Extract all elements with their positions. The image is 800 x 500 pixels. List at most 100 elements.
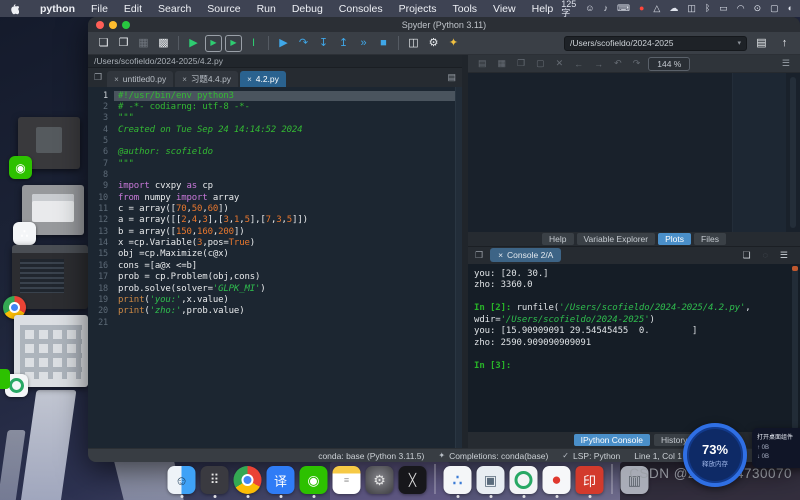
split-editor-icon[interactable]: ▤ xyxy=(444,72,459,83)
chevron-down-icon[interactable]: ▾ xyxy=(737,39,741,47)
save-plot-button[interactable]: ▤ xyxy=(478,58,487,69)
bluetooth-icon[interactable]: ᛒ xyxy=(705,4,710,13)
parent-directory-button[interactable]: ↑ xyxy=(776,35,793,52)
menu-item-projects[interactable]: Projects xyxy=(391,3,445,15)
close-icon[interactable]: × xyxy=(247,75,252,84)
next-plot-button[interactable]: → xyxy=(594,59,603,69)
finder-dock-icon[interactable]: ☺ xyxy=(168,466,196,498)
menu-item-debug[interactable]: Debug xyxy=(284,3,331,15)
remove-plot-button[interactable]: ▢ xyxy=(536,58,545,69)
remove-all-plots-button[interactable]: ✕ xyxy=(556,58,564,69)
minimized-window-file-manager[interactable] xyxy=(14,315,88,387)
wechat-dock-icon[interactable]: ◉ xyxy=(300,466,328,498)
screen-record-icon[interactable]: ● xyxy=(639,4,644,13)
maximize-pane-button[interactable]: ◫ xyxy=(405,35,422,52)
preferences-wrench-button[interactable]: ⚙ xyxy=(425,35,442,52)
save-button[interactable]: ▦ xyxy=(135,35,152,52)
continue-button[interactable]: » xyxy=(355,35,372,52)
step-into-button[interactable]: ↧ xyxy=(315,35,332,52)
menu-item-source[interactable]: Source xyxy=(199,3,248,15)
notes-dock-icon[interactable]: ≡ xyxy=(333,466,361,498)
word-count-indicator[interactable]: 125字 xyxy=(561,0,576,18)
plots-scrollbar[interactable] xyxy=(790,77,796,228)
wifi-icon[interactable]: ◠ xyxy=(737,4,745,13)
working-directory-input[interactable]: /Users/scofieldo/2024-2025 ▾ xyxy=(564,36,747,51)
green-ring-app-dock-icon[interactable] xyxy=(510,466,538,498)
apple-menu-icon[interactable] xyxy=(8,3,22,15)
run-file-button[interactable]: ▶ xyxy=(185,35,202,52)
menu-item-help[interactable]: Help xyxy=(524,3,562,15)
stop-debug-button[interactable]: ■ xyxy=(375,35,392,52)
editor-tab-untitled0.py[interactable]: ×untitled0.py xyxy=(107,71,173,87)
pythonpath-button[interactable]: ✦ xyxy=(445,35,462,52)
browse-console-tabs-icon[interactable]: ❐ xyxy=(472,250,486,261)
menu-item-tools[interactable]: Tools xyxy=(445,3,486,15)
pane-tab-help[interactable]: Help xyxy=(542,233,573,245)
close-icon[interactable]: × xyxy=(182,75,187,84)
keychain-dock-icon[interactable]: ╳ xyxy=(399,466,427,498)
close-icon[interactable]: × xyxy=(498,250,503,260)
seal-app-dock-icon[interactable]: 印 xyxy=(576,466,604,498)
zoom-out-button[interactable]: ↶ xyxy=(614,58,622,69)
open-file-button[interactable]: ❐ xyxy=(115,35,132,52)
keyboard-icon[interactable]: ⌨ xyxy=(617,4,630,13)
red-apple-app-dock-icon[interactable]: ● xyxy=(543,466,571,498)
memory-cleaner-widget[interactable]: 73% 释放内存 xyxy=(683,423,747,487)
cloud-icon[interactable]: ☁ xyxy=(669,4,678,13)
menu-item-file[interactable]: File xyxy=(83,3,116,15)
ipython-console-output[interactable]: you: [20. 30.]zho: 3360.0 In [2]: runfil… xyxy=(468,264,800,433)
close-icon[interactable]: × xyxy=(114,75,119,84)
new-file-button[interactable]: ❏ xyxy=(95,35,112,52)
save-all-plots-button[interactable]: ▦ xyxy=(498,58,507,69)
menu-item-view[interactable]: View xyxy=(485,3,524,15)
browse-tabs-icon[interactable]: ❐ xyxy=(91,72,105,83)
debug-file-button[interactable]: ▶ xyxy=(275,35,292,52)
editor-tab-4.2.py[interactable]: ×4.2.py xyxy=(240,71,286,87)
step-out-button[interactable]: ↥ xyxy=(335,35,352,52)
previous-plot-button[interactable]: ← xyxy=(574,59,583,69)
run-cell-button[interactable]: ▶ xyxy=(205,35,222,52)
minimized-window-dialog[interactable]: ∴ xyxy=(22,185,84,235)
run-selection-button[interactable]: I xyxy=(245,35,262,52)
plots-options-menu-icon[interactable]: ☰ xyxy=(782,58,790,69)
console-scrollbar[interactable] xyxy=(792,266,798,431)
menu-item-edit[interactable]: Edit xyxy=(116,3,150,15)
minimized-window-ide[interactable] xyxy=(12,245,88,309)
run-cell-advance-button[interactable]: ▶ xyxy=(225,35,242,52)
save-all-button[interactable]: ▩ xyxy=(155,35,172,52)
bottom-tab-ipython-console[interactable]: IPython Console xyxy=(574,434,650,446)
interrupt-kernel-button[interactable]: ◌ xyxy=(763,250,768,261)
completions-status[interactable]: ✦ Completions: conda(base) xyxy=(438,451,548,461)
menu-item-consoles[interactable]: Consoles xyxy=(331,3,391,15)
circles-app-dock-icon[interactable]: ∴ xyxy=(444,466,472,498)
minimized-window-dark-app[interactable]: ◉ xyxy=(18,117,80,169)
launchpad-dock-icon[interactable]: ⠿ xyxy=(201,466,229,498)
step-over-button[interactable]: ↷ xyxy=(295,35,312,52)
console-tab[interactable]: × Console 2/A xyxy=(490,248,561,262)
mic-icon[interactable]: ♪ xyxy=(603,4,608,13)
desktop-widget-card[interactable]: 打开桌面组件 ↑ 0B ↓ 0B + xyxy=(752,428,800,468)
new-console-button[interactable]: ❏ xyxy=(742,250,750,261)
console-options-menu[interactable]: ☰ xyxy=(780,250,788,261)
pane-tab-files[interactable]: Files xyxy=(694,233,726,245)
lsp-status[interactable]: ✓ LSP: Python xyxy=(562,451,620,461)
pane-tab-variable-explorer[interactable]: Variable Explorer xyxy=(577,233,656,245)
menu-item-python[interactable]: python xyxy=(32,3,83,15)
conda-env-status[interactable]: conda: base (Python 3.11.5) xyxy=(318,451,424,461)
translate-dock-icon[interactable]: 译 xyxy=(267,466,295,498)
emoji-picker-icon[interactable]: ☺ xyxy=(585,4,594,13)
chrome-dock-icon[interactable] xyxy=(234,466,262,498)
window-layout-icon[interactable]: ◫ xyxy=(687,4,696,13)
shapes-app-icon[interactable]: △ xyxy=(653,4,660,13)
plots-zoom-level[interactable]: 144 % xyxy=(648,57,690,71)
browse-directory-button[interactable]: ▤ xyxy=(753,35,770,52)
copy-plot-button[interactable]: ❐ xyxy=(517,58,525,69)
battery-icon[interactable]: ▭ xyxy=(719,4,728,13)
settings-dock-icon[interactable]: ⚙ xyxy=(366,466,394,498)
code-editor[interactable]: 1#!/usr/bin/env python32# -*- codiarng: … xyxy=(88,87,462,448)
control-center-icon[interactable]: ◐ xyxy=(788,4,793,13)
spotlight-icon[interactable]: ⊙ xyxy=(754,4,762,13)
editor-scrollbar[interactable] xyxy=(455,87,462,448)
display-icon[interactable]: ▢ xyxy=(770,4,779,13)
preview-app-dock-icon[interactable]: ▣ xyxy=(477,466,505,498)
